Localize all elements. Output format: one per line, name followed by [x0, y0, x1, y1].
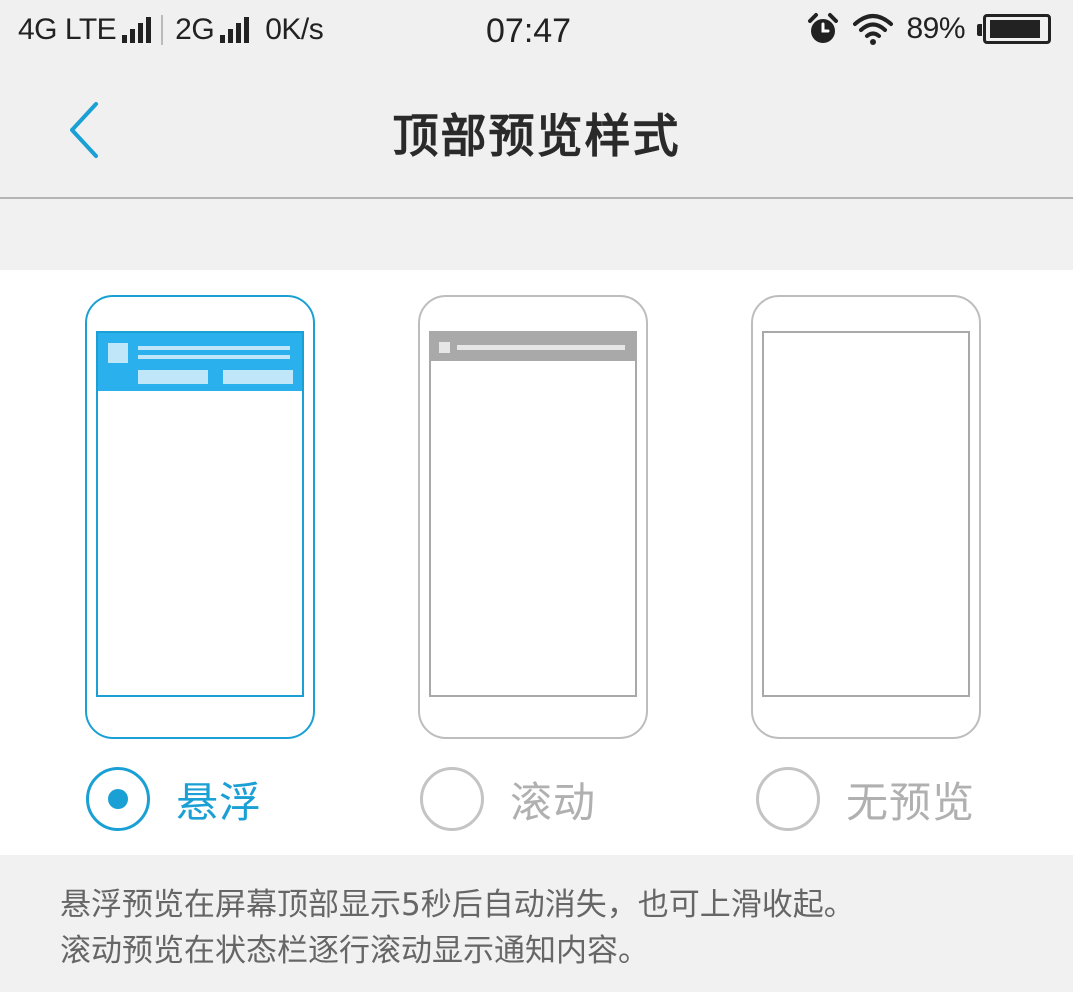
notification-app-icon	[108, 343, 128, 363]
battery-percent: 89%	[906, 12, 965, 45]
phone-screen	[762, 331, 970, 697]
scrolling-status-banner	[431, 333, 635, 361]
battery-icon	[977, 14, 1051, 44]
option-scrolling-label: 滚动	[510, 777, 597, 827]
radio-no-preview[interactable]	[756, 767, 820, 831]
option-floating-label: 悬浮	[176, 777, 263, 827]
radio-scrolling[interactable]	[420, 767, 484, 831]
notification-text-line	[138, 346, 290, 350]
notification-text-line	[457, 345, 625, 350]
notification-app-icon	[439, 342, 450, 353]
option-scrolling[interactable]: 滚动	[420, 767, 596, 831]
floating-preview-illustration[interactable]	[85, 295, 315, 739]
scrolling-preview-illustration[interactable]	[418, 295, 648, 739]
option-no-preview-label: 无预览	[846, 777, 976, 827]
network-type-1: 4G LTE	[18, 13, 117, 46]
description-line-2: 滚动预览在状态栏逐行滚动显示通知内容。	[60, 933, 649, 969]
network-speed: 0K/s	[265, 13, 324, 46]
preview-style-options: 悬浮 滚动 无预览	[0, 270, 1073, 855]
system-status: 89%	[806, 10, 1051, 48]
status-divider	[161, 15, 164, 45]
signal-icon	[122, 17, 152, 43]
clock: 07:47	[486, 12, 572, 50]
radio-floating[interactable]	[86, 767, 150, 831]
notification-action	[223, 370, 293, 384]
status-bar: 4G LTE 2G 0K/s 07:47 89%	[0, 0, 1073, 62]
signal-icon	[220, 17, 250, 43]
notification-text-line	[138, 355, 290, 359]
description-line-1: 悬浮预览在屏幕顶部显示5秒后自动消失，也可上滑收起。	[60, 887, 855, 923]
notification-action	[138, 370, 208, 384]
phone-screen	[96, 331, 304, 697]
option-floating[interactable]: 悬浮	[86, 767, 262, 831]
network-status: 4G LTE 2G 0K/s	[18, 12, 324, 48]
page-title: 顶部预览样式	[392, 109, 681, 163]
floating-banner	[98, 333, 302, 391]
battery-fill	[990, 20, 1040, 38]
wifi-icon	[853, 14, 894, 45]
alarm-icon	[808, 13, 839, 43]
option-no-preview[interactable]: 无预览	[756, 767, 975, 831]
network-type-2: 2G	[175, 13, 215, 46]
title-bar: 顶部预览样式	[0, 62, 1073, 199]
phone-screen	[429, 331, 637, 697]
no-preview-illustration[interactable]	[751, 295, 981, 739]
description: 悬浮预览在屏幕顶部显示5秒后自动消失，也可上滑收起。 滚动预览在状态栏逐行滚动显…	[60, 882, 1060, 974]
